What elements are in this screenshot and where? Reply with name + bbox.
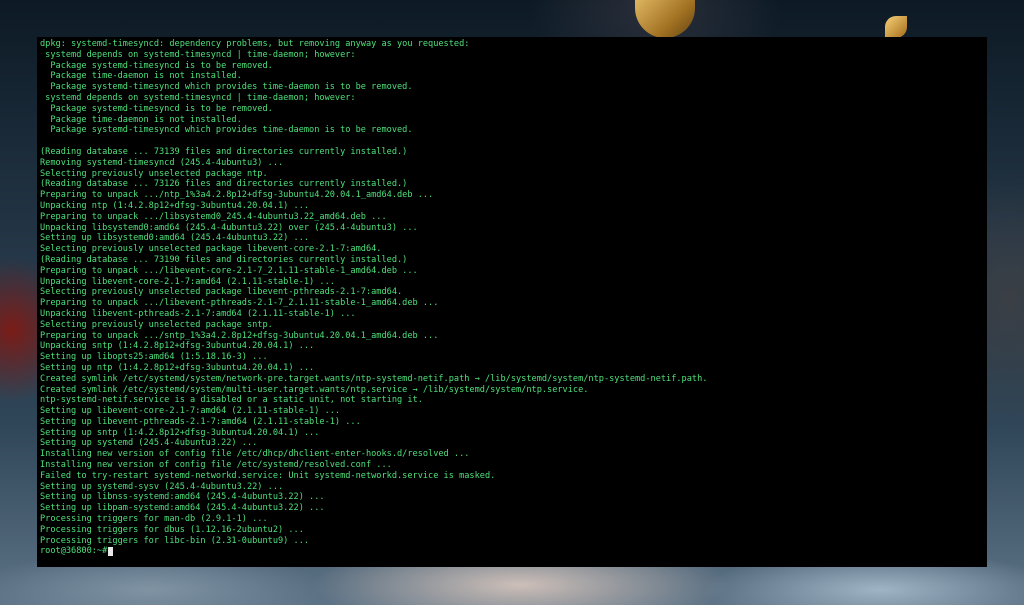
terminal-line: Package systemd-timesyncd is to be remov… xyxy=(40,60,273,71)
terminal-line: Created symlink /etc/systemd/system/netw… xyxy=(40,373,708,384)
terminal-line: Setting up libnss-systemd:amd64 (245.4-4… xyxy=(40,492,325,503)
terminal-line: Selecting previously unselected package … xyxy=(40,287,403,298)
terminal-line: Selecting previously unselected package … xyxy=(40,168,268,179)
terminal-output: dpkg: systemd-timesyncd: dependency prob… xyxy=(40,39,987,546)
terminal-line: Selecting previously unselected package … xyxy=(40,244,382,255)
terminal-line: systemd depends on systemd-timesyncd | t… xyxy=(40,49,356,60)
terminal-line: Setting up ntp (1:4.2.8p12+dfsg-3ubuntu4… xyxy=(40,362,315,373)
wallpaper-leaf-ornament xyxy=(885,16,907,38)
terminal-line: (Reading database ... 73126 files and di… xyxy=(40,179,408,190)
terminal-line: (Reading database ... 73139 files and di… xyxy=(40,146,408,157)
terminal-line: Preparing to unpack .../ntp_1%3a4.2.8p12… xyxy=(40,190,434,201)
terminal-line: Preparing to unpack .../libevent-core-2.… xyxy=(40,265,418,276)
terminal-line: Package systemd-timesyncd is to be remov… xyxy=(40,103,273,114)
shell-prompt: root@36800:~# xyxy=(40,546,108,557)
terminal-line: Unpacking sntp (1:4.2.8p12+dfsg-3ubuntu4… xyxy=(40,341,315,352)
terminal-window[interactable]: dpkg: systemd-timesyncd: dependency prob… xyxy=(37,37,987,567)
terminal-line: Setting up libevent-pthreads-2.1-7:amd64… xyxy=(40,416,361,427)
terminal-line: Package time-daemon is not installed. xyxy=(40,114,242,125)
terminal-line: Package systemd-timesyncd which provides… xyxy=(40,82,413,93)
terminal-line: Setting up libevent-core-2.1-7:amd64 (2.… xyxy=(40,406,341,417)
terminal-line: Created symlink /etc/systemd/system/mult… xyxy=(40,384,589,395)
terminal-line: Removing systemd-timesyncd (245.4-4ubunt… xyxy=(40,157,284,168)
terminal-line: ntp-systemd-netif.service is a disabled … xyxy=(40,395,423,406)
terminal-line: Installing new version of config file /e… xyxy=(40,449,470,460)
terminal-line: Preparing to unpack .../libevent-pthread… xyxy=(40,298,439,309)
terminal-line: (Reading database ... 73190 files and di… xyxy=(40,254,408,265)
terminal-line: Unpacking ntp (1:4.2.8p12+dfsg-3ubuntu4.… xyxy=(40,200,310,211)
terminal-line: Failed to try-restart systemd-networkd.s… xyxy=(40,470,496,481)
terminal-line: Package systemd-timesyncd which provides… xyxy=(40,125,413,136)
terminal-line: Preparing to unpack .../sntp_1%3a4.2.8p1… xyxy=(40,330,439,341)
terminal-prompt-row[interactable]: root@36800:~# xyxy=(40,546,987,557)
terminal-line: Processing triggers for libc-bin (2.31-0… xyxy=(40,535,310,546)
terminal-line: Unpacking libsystemd0:amd64 (245.4-4ubun… xyxy=(40,222,418,233)
terminal-line: Setting up sntp (1:4.2.8p12+dfsg-3ubuntu… xyxy=(40,427,320,438)
terminal-line: Setting up libopts25:amd64 (1:5.18.16-3)… xyxy=(40,352,268,363)
terminal-line: Setting up systemd (245.4-4ubuntu3.22) .… xyxy=(40,438,258,449)
text-cursor xyxy=(108,547,114,557)
terminal-line: systemd depends on systemd-timesyncd | t… xyxy=(40,92,356,103)
terminal-line: Unpacking libevent-core-2.1-7:amd64 (2.1… xyxy=(40,276,335,287)
terminal-line: Processing triggers for dbus (1.12.16-2u… xyxy=(40,524,304,535)
terminal-line: Setting up libpam-systemd:amd64 (245.4-4… xyxy=(40,503,325,514)
terminal-line: Setting up libsystemd0:amd64 (245.4-4ubu… xyxy=(40,233,310,244)
terminal-line: Installing new version of config file /e… xyxy=(40,460,392,471)
terminal-line: Preparing to unpack .../libsystemd0_245.… xyxy=(40,211,387,222)
terminal-line: Package time-daemon is not installed. xyxy=(40,71,242,82)
terminal-line: dpkg: systemd-timesyncd: dependency prob… xyxy=(40,39,470,49)
terminal-line: Selecting previously unselected package … xyxy=(40,319,273,330)
terminal-line: Setting up systemd-sysv (245.4-4ubuntu3.… xyxy=(40,481,284,492)
terminal-line: Unpacking libevent-pthreads-2.1-7:amd64 … xyxy=(40,308,356,319)
terminal-line: Processing triggers for man-db (2.9.1-1)… xyxy=(40,514,268,525)
